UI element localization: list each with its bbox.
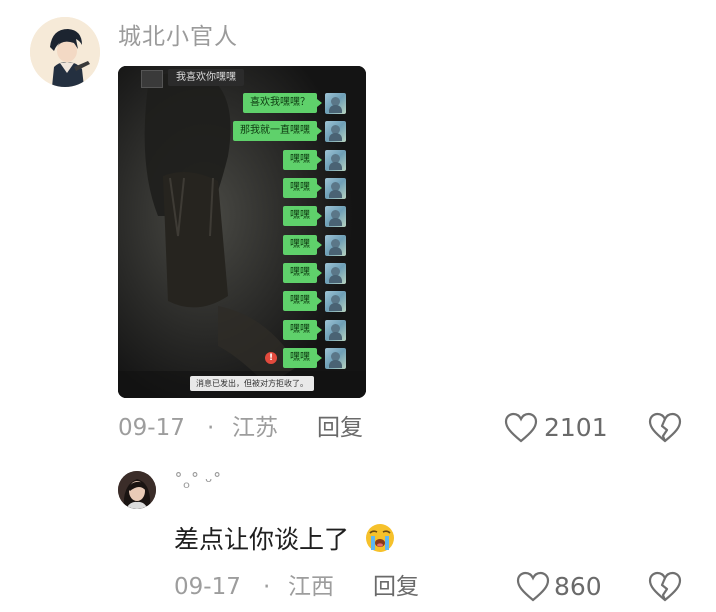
commenter-username[interactable]: ˚ₒ˚ ᵕ˚ [174,471,222,495]
chat-sender-avatar [325,120,346,142]
commenter-username[interactable]: 城北小官人 [118,22,238,52]
chat-sender-avatar [325,92,346,114]
like-count: 2101 [544,413,608,442]
reply-button[interactable]: 回复 [317,414,363,442]
comment-text: 差点让你谈上了 [174,522,397,557]
send-failed-icon: ! [265,352,277,364]
comment-location: 江苏 [232,415,278,441]
chat-message-row: 嘿嘿 [283,290,346,312]
chat-sender-avatar [325,177,346,199]
chat-message-row: 嘿嘿 [283,262,346,284]
comment-date: 09-17 [174,574,241,600]
chat-message-row: 嘿嘿 [283,319,346,341]
chat-bubble: 嘿嘿 [283,320,322,340]
chat-bubble: 喜欢我嘿嘿？ [243,93,322,113]
meta-separator: · [207,415,215,441]
comment-location: 江西 [288,574,334,600]
chat-bubble: 嘿嘿 [283,150,322,170]
commenter-avatar[interactable] [30,17,100,87]
chat-message-row: 那我就一直嘿嘿 [233,120,346,142]
broken-heart-icon[interactable] [648,412,682,444]
chat-message-row: ! 嘿嘿 [265,347,346,369]
chat-header-avatar [141,70,163,88]
chat-sender-avatar [325,149,346,171]
anime-boy-avatar-image [30,17,100,87]
girl-avatar-image [118,471,156,509]
chat-message-row: 嘿嘿 [283,177,346,199]
chat-message-row: 嘿嘿 [283,205,346,227]
chat-message-row: 嘿嘿 [283,149,346,171]
chat-bubble: 嘿嘿 [283,235,322,255]
comment-body: 差点让你谈上了 [174,525,350,554]
chat-bubble: 嘿嘿 [283,206,322,226]
chat-bubble: 嘿嘿 [283,263,322,283]
chat-bubble: 那我就一直嘿嘿 [233,121,322,141]
chat-sender-avatar [325,290,346,312]
chat-sender-avatar [325,347,346,369]
chat-message-row: 喜欢我嘿嘿？ [243,92,346,114]
broken-heart-icon[interactable] [648,571,682,603]
chat-sender-avatar [325,262,346,284]
chat-bubble: 嘿嘿 [283,291,322,311]
like-count: 860 [554,572,602,601]
commenter-avatar[interactable] [118,471,156,509]
comment-date: 09-17 [118,415,185,441]
loudly-crying-face-icon [365,524,394,552]
meta-separator: · [263,574,271,600]
chat-sender-avatar [325,205,346,227]
comment-image-attachment[interactable]: 我喜欢你嘿嘿 喜欢我嘿嘿？ 那我就一直嘿嘿 嘿嘿 嘿嘿 嘿嘿 嘿嘿 嘿嘿 嘿嘿 … [118,66,366,398]
chat-sender-avatar [325,234,346,256]
heart-icon[interactable] [504,412,538,444]
heart-icon[interactable] [516,571,550,603]
chat-message-row: 嘿嘿 [283,234,346,256]
chat-bubble: 嘿嘿 [283,348,322,368]
rejected-notice: 消息已发出，但被对方拒收了。 [190,376,314,391]
chat-sender-avatar [325,319,346,341]
chat-bubble: 嘿嘿 [283,178,322,198]
chat-header-name: 我喜欢你嘿嘿 [168,69,244,86]
reply-button[interactable]: 回复 [373,573,419,601]
